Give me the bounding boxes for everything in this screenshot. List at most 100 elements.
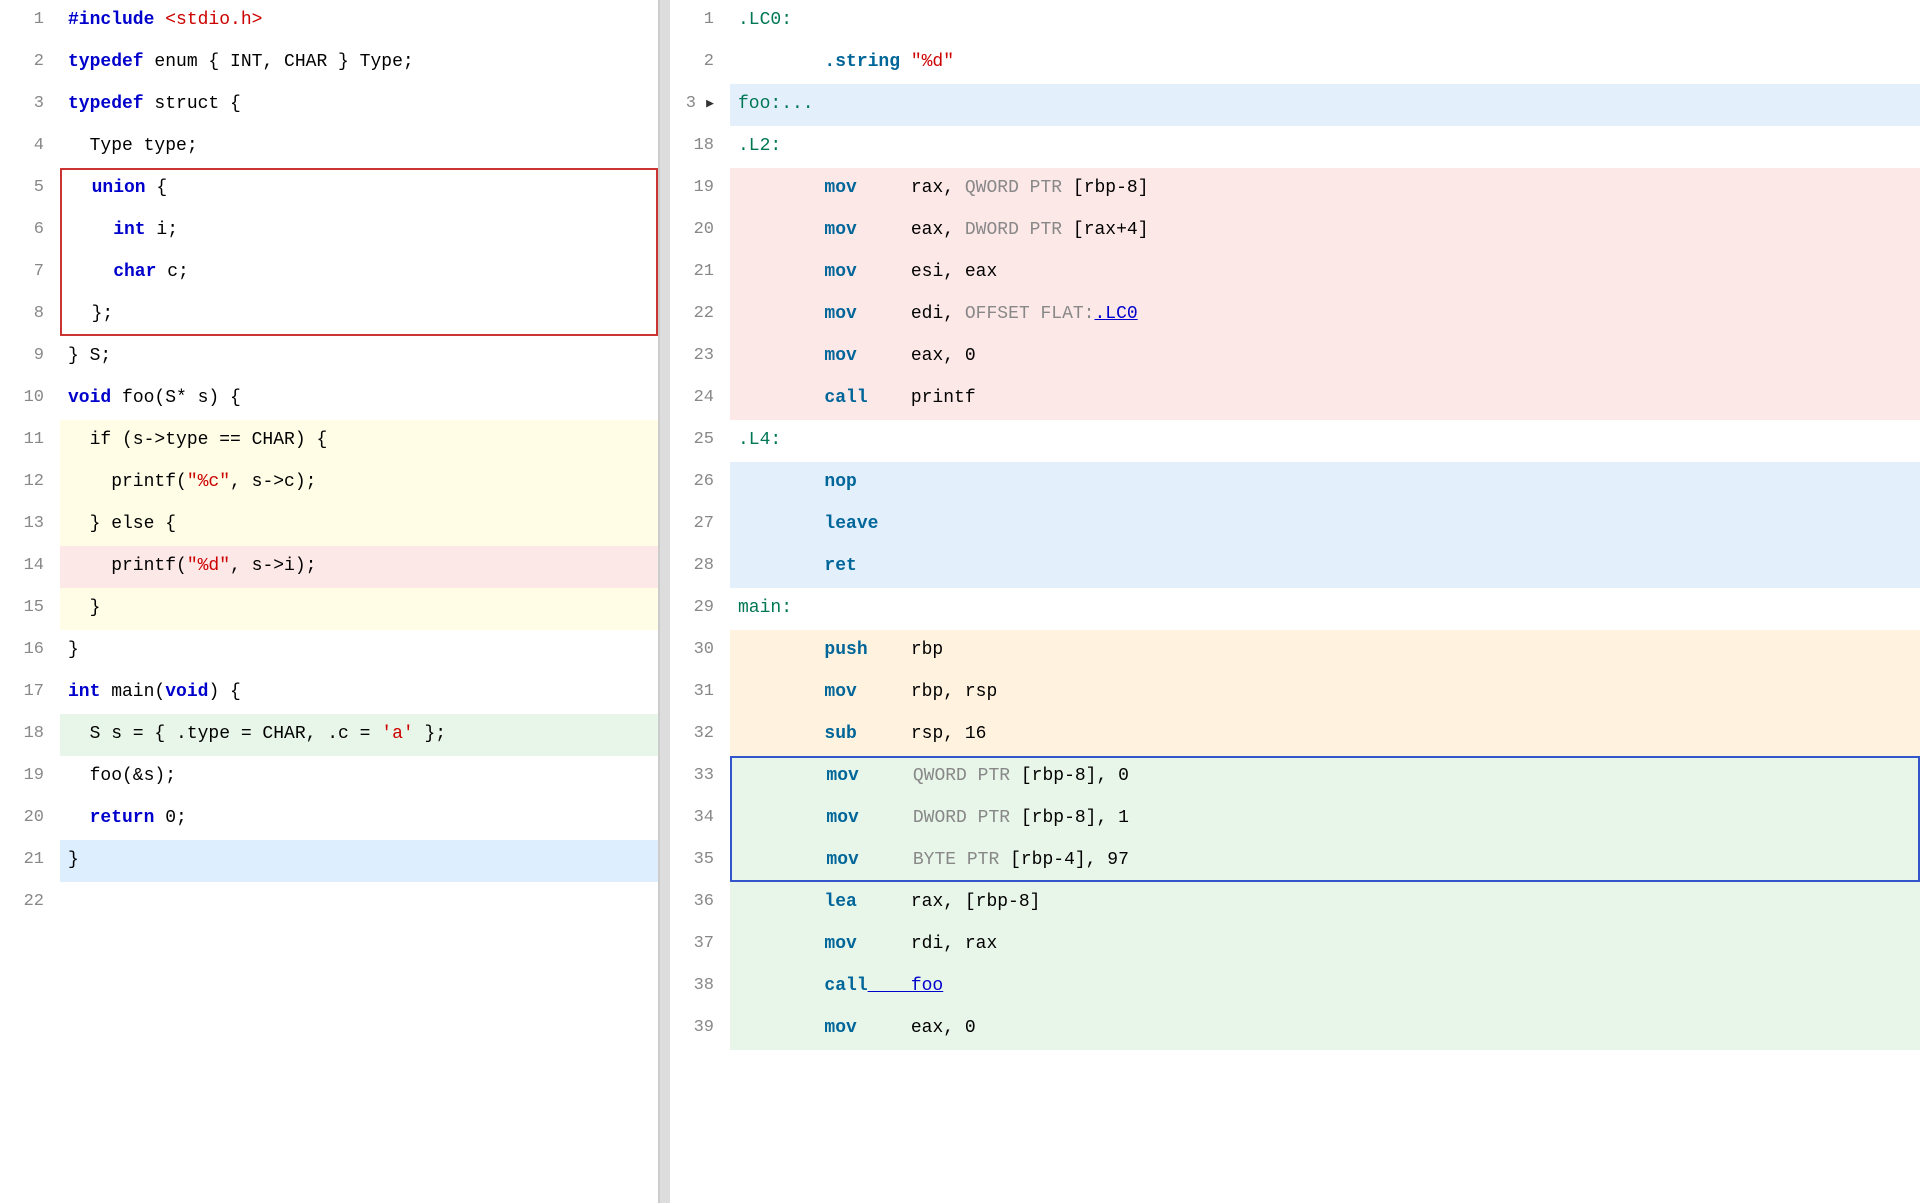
line-number: 35 — [670, 840, 730, 882]
line-content: } — [60, 840, 658, 882]
line-content: int i; — [60, 210, 658, 252]
table-row: 35 mov BYTE PTR [rbp-4], 97 — [670, 840, 1920, 882]
line-number: 4 — [0, 126, 60, 168]
line-content: .L4: — [730, 420, 1920, 462]
line-number: 19 — [670, 168, 730, 210]
table-row: 38 call foo — [670, 966, 1920, 1008]
table-row: 8 }; — [0, 294, 658, 336]
line-content — [60, 882, 658, 924]
line-number: 28 — [670, 546, 730, 588]
line-content: call printf — [730, 378, 1920, 420]
line-content: push rbp — [730, 630, 1920, 672]
line-number: 32 — [670, 714, 730, 756]
line-number: 8 — [0, 294, 60, 336]
line-number: 34 — [670, 798, 730, 840]
table-row: 17int main(void) { — [0, 672, 658, 714]
table-row: 18 S s = { .type = CHAR, .c = 'a' }; — [0, 714, 658, 756]
line-content: } — [60, 588, 658, 630]
line-content: mov rdi, rax — [730, 924, 1920, 966]
line-number: 30 — [670, 630, 730, 672]
line-number: 12 — [0, 462, 60, 504]
line-number: 25 — [670, 420, 730, 462]
line-content: void foo(S* s) { — [60, 378, 658, 420]
line-content: union { — [60, 168, 658, 210]
line-number: 10 — [0, 378, 60, 420]
line-number: 39 — [670, 1008, 730, 1050]
line-content: mov eax, 0 — [730, 1008, 1920, 1050]
right-code-area: 1.LC0:2 .string "%d"3 ▶foo:...18.L2:19 m… — [670, 0, 1920, 1203]
table-row: 15 } — [0, 588, 658, 630]
line-number: 27 — [670, 504, 730, 546]
line-number: 26 — [670, 462, 730, 504]
line-number: 11 — [0, 420, 60, 462]
line-content: #include <stdio.h> — [60, 0, 658, 42]
table-row: 22 mov edi, OFFSET FLAT:.LC0 — [670, 294, 1920, 336]
line-content: foo(&s); — [60, 756, 658, 798]
line-number: 38 — [670, 966, 730, 1008]
line-number: 17 — [0, 672, 60, 714]
line-content: nop — [730, 462, 1920, 504]
line-number: 1 — [0, 0, 60, 42]
line-number: 23 — [670, 336, 730, 378]
table-row: 16} — [0, 630, 658, 672]
line-content: printf("%c", s->c); — [60, 462, 658, 504]
line-content: mov rax, QWORD PTR [rbp-8] — [730, 168, 1920, 210]
line-content: Type type; — [60, 126, 658, 168]
table-row: 4 Type type; — [0, 126, 658, 168]
line-content: foo:... — [730, 84, 1920, 126]
line-number: 3 ▶ — [670, 84, 730, 126]
table-row: 11 if (s->type == CHAR) { — [0, 420, 658, 462]
line-number: 5 — [0, 168, 60, 210]
line-content: .LC0: — [730, 0, 1920, 42]
table-row: 24 call printf — [670, 378, 1920, 420]
line-number: 2 — [670, 42, 730, 84]
table-row: 29main: — [670, 588, 1920, 630]
table-row: 14 printf("%d", s->i); — [0, 546, 658, 588]
line-number: 15 — [0, 588, 60, 630]
line-content: ret — [730, 546, 1920, 588]
line-content: } S; — [60, 336, 658, 378]
left-pane: 1#include <stdio.h>2typedef enum { INT, … — [0, 0, 660, 1203]
table-row: 22 — [0, 882, 658, 924]
line-content: char c; — [60, 252, 658, 294]
line-content: if (s->type == CHAR) { — [60, 420, 658, 462]
line-content: main: — [730, 588, 1920, 630]
table-row: 30 push rbp — [670, 630, 1920, 672]
line-number: 36 — [670, 882, 730, 924]
table-row: 13 } else { — [0, 504, 658, 546]
line-number: 20 — [0, 798, 60, 840]
line-number: 31 — [670, 672, 730, 714]
line-content: mov rbp, rsp — [730, 672, 1920, 714]
table-row: 36 lea rax, [rbp-8] — [670, 882, 1920, 924]
table-row: 32 sub rsp, 16 — [670, 714, 1920, 756]
table-row: 33 mov QWORD PTR [rbp-8], 0 — [670, 756, 1920, 798]
line-content: int main(void) { — [60, 672, 658, 714]
table-row: 25.L4: — [670, 420, 1920, 462]
line-number: 3 — [0, 84, 60, 126]
line-number: 1 — [670, 0, 730, 42]
table-row: 34 mov DWORD PTR [rbp-8], 1 — [670, 798, 1920, 840]
table-row: 9} S; — [0, 336, 658, 378]
line-content: mov BYTE PTR [rbp-4], 97 — [730, 840, 1920, 882]
table-row: 10void foo(S* s) { — [0, 378, 658, 420]
table-row: 31 mov rbp, rsp — [670, 672, 1920, 714]
pane-divider — [660, 0, 670, 1203]
line-content: leave — [730, 504, 1920, 546]
line-number: 16 — [0, 630, 60, 672]
table-row: 27 leave — [670, 504, 1920, 546]
line-number: 2 — [0, 42, 60, 84]
line-number: 13 — [0, 504, 60, 546]
right-pane: 1.LC0:2 .string "%d"3 ▶foo:...18.L2:19 m… — [670, 0, 1920, 1203]
line-number: 18 — [670, 126, 730, 168]
table-row: 21 mov esi, eax — [670, 252, 1920, 294]
line-content: } else { — [60, 504, 658, 546]
line-number: 22 — [0, 882, 60, 924]
line-number: 33 — [670, 756, 730, 798]
line-content: }; — [60, 294, 658, 336]
table-row: 18.L2: — [670, 126, 1920, 168]
line-content: typedef enum { INT, CHAR } Type; — [60, 42, 658, 84]
line-number: 37 — [670, 924, 730, 966]
table-row: 28 ret — [670, 546, 1920, 588]
table-row: 20 mov eax, DWORD PTR [rax+4] — [670, 210, 1920, 252]
line-content: return 0; — [60, 798, 658, 840]
